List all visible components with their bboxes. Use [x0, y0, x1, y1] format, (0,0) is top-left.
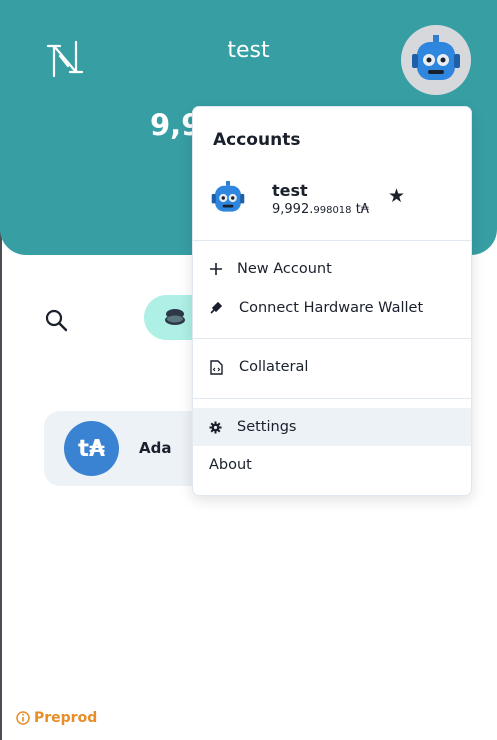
menu-item-settings[interactable]: Settings	[193, 408, 471, 446]
network-indicator: Preprod	[16, 710, 97, 726]
asset-name: Ada	[139, 439, 172, 457]
menu-item-new-account[interactable]: New Account	[193, 250, 471, 288]
menu-item-label: Settings	[237, 419, 297, 435]
account-name: test	[272, 181, 308, 200]
account-item-test[interactable]: test 9,992.998018 t₳ ★	[193, 169, 471, 229]
menu-divider	[193, 240, 471, 241]
account-balance-decimals: 998018	[313, 205, 352, 216]
account-balance-int: 9,992.	[272, 202, 314, 217]
accounts-menu: Accounts test 9,992.998018 t₳ ★ New Acco…	[192, 106, 472, 496]
menu-item-label: Collateral	[239, 359, 309, 375]
menu-title: Accounts	[213, 130, 301, 150]
menu-item-label: About	[209, 457, 252, 473]
coins-icon	[165, 309, 185, 325]
menu-divider	[193, 338, 471, 339]
menu-item-collateral[interactable]: Collateral	[193, 348, 471, 386]
robot-avatar-icon	[412, 35, 460, 80]
info-icon	[16, 711, 30, 725]
account-avatar-button[interactable]	[401, 25, 471, 95]
menu-item-label: Connect Hardware Wallet	[239, 300, 424, 316]
usb-icon	[208, 300, 224, 316]
robot-avatar-icon	[211, 181, 245, 212]
star-icon: ★	[388, 185, 406, 207]
ada-asset-icon: t₳	[64, 421, 119, 476]
account-balance: 9,992.998018 t₳	[272, 202, 369, 217]
network-label: Preprod	[34, 710, 98, 726]
menu-item-label: New Account	[237, 261, 332, 277]
menu-item-hardware-wallet[interactable]: Connect Hardware Wallet	[193, 289, 471, 327]
file-code-icon	[208, 359, 224, 375]
account-balance-unit: t₳	[355, 202, 370, 217]
search-icon[interactable]	[44, 308, 68, 332]
menu-divider	[193, 398, 471, 399]
menu-item-about[interactable]: About	[193, 446, 471, 484]
plus-icon	[208, 261, 224, 277]
gear-icon	[207, 419, 223, 435]
